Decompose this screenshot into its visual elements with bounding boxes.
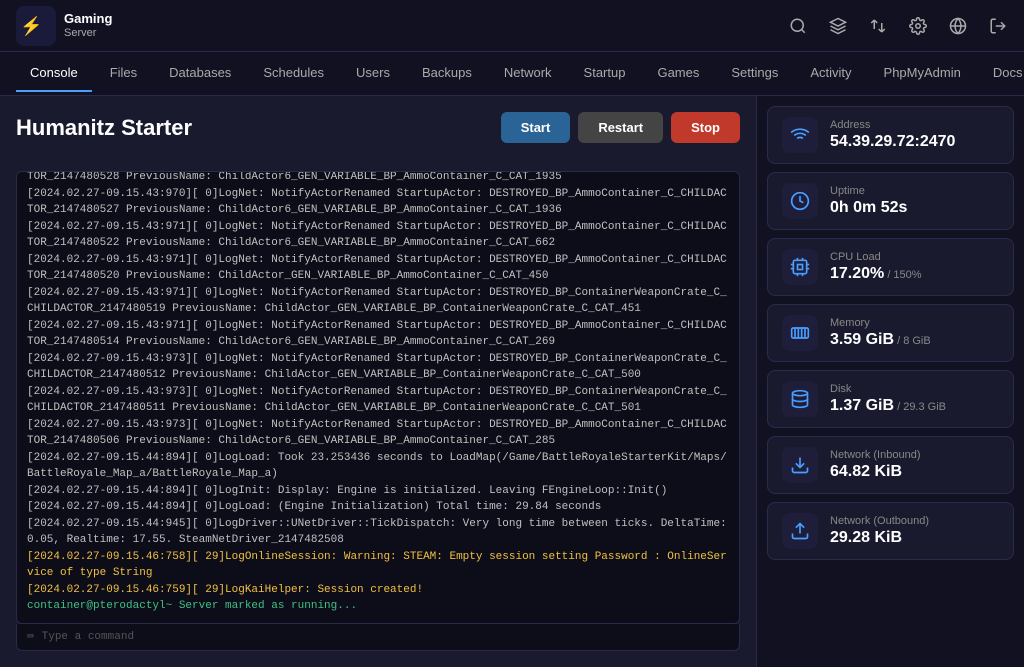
console-output: ChildActorS_GEN_VARIABLE_BP_AmmoContaine… bbox=[16, 171, 740, 624]
gear-icon[interactable] bbox=[908, 16, 928, 36]
stat-card-memory: Memory 3.59 GiB / 8 GiB bbox=[767, 304, 1014, 362]
stat-info-network-inbound: Network (Inbound) 64.82 KiB bbox=[830, 449, 999, 481]
nav-tab-phpmyadmin[interactable]: PhpMyAdmin bbox=[870, 55, 975, 92]
wifi-icon bbox=[782, 117, 818, 153]
transfer-icon[interactable] bbox=[868, 16, 888, 36]
stat-value-secondary-memory: / 8 GiB bbox=[894, 335, 931, 347]
clock-icon bbox=[782, 183, 818, 219]
stat-value-secondary-disk: / 29.3 GiB bbox=[894, 401, 946, 413]
console-line: [2024.02.27-09.15.43:973][ 0]LogNet: Not… bbox=[27, 384, 729, 417]
console-line: [2024.02.27-09.15.44:894][ 0]LogLoad: To… bbox=[27, 450, 729, 483]
stat-label-network-inbound: Network (Inbound) bbox=[830, 449, 999, 461]
stat-info-disk: Disk 1.37 GiB / 29.3 GiB bbox=[830, 383, 999, 415]
memory-icon bbox=[782, 315, 818, 351]
console-line: container@pterodactyl~ Server marked as … bbox=[27, 598, 729, 615]
logo-server: Server bbox=[64, 27, 112, 39]
console-input-area: ⌨ bbox=[16, 624, 740, 651]
stat-card-network-outbound: Network (Outbound) 29.28 KiB bbox=[767, 502, 1014, 560]
cpu-icon bbox=[782, 249, 818, 285]
console-line: [2024.02.27-09.15.43:971][ 0]LogNet: Not… bbox=[27, 219, 729, 252]
stat-info-uptime: Uptime 0h 0m 52s bbox=[830, 185, 999, 217]
stop-button[interactable]: Stop bbox=[671, 112, 740, 143]
stat-info-network-outbound: Network (Outbound) 29.28 KiB bbox=[830, 515, 999, 547]
stat-label-address: Address bbox=[830, 119, 999, 131]
sub-navbar: ConsoleFilesDatabasesSchedulesUsersBacku… bbox=[0, 52, 1024, 96]
stat-card-address: Address 54.39.29.72:2470 bbox=[767, 106, 1014, 164]
stat-value-network-inbound: 64.82 KiB bbox=[830, 463, 999, 481]
logo-icon: ⚡ bbox=[16, 6, 56, 46]
nav-tab-schedules[interactable]: Schedules bbox=[249, 55, 338, 92]
top-nav-icons bbox=[788, 16, 1008, 36]
stat-value-uptime: 0h 0m 52s bbox=[830, 199, 999, 217]
download-icon bbox=[782, 447, 818, 483]
nav-tab-docs[interactable]: Docs bbox=[979, 55, 1024, 92]
logo-area: ⚡ Gaming Server bbox=[16, 6, 112, 46]
console-line: [2024.02.27-09.15.43:970][ 0]LogNet: Not… bbox=[27, 171, 729, 186]
console-line: [2024.02.27-09.15.43:973][ 0]LogNet: Not… bbox=[27, 351, 729, 384]
stat-value-memory: 3.59 GiB / 8 GiB bbox=[830, 331, 999, 349]
start-button[interactable]: Start bbox=[501, 112, 571, 143]
console-line: [2024.02.27-09.15.43:971][ 0]LogNet: Not… bbox=[27, 318, 729, 351]
stat-card-cpu: CPU Load 17.20% / 150% bbox=[767, 238, 1014, 296]
console-line: [2024.02.27-09.15.43:971][ 0]LogNet: Not… bbox=[27, 252, 729, 285]
stat-label-network-outbound: Network (Outbound) bbox=[830, 515, 999, 527]
stat-info-memory: Memory 3.59 GiB / 8 GiB bbox=[830, 317, 999, 349]
nav-tab-startup[interactable]: Startup bbox=[570, 55, 640, 92]
console-line: [2024.02.27-09.15.44:894][ 0]LogInit: Di… bbox=[27, 483, 729, 500]
stat-info-address: Address 54.39.29.72:2470 bbox=[830, 119, 999, 151]
logo-text: Gaming Server bbox=[64, 12, 112, 38]
console-line: [2024.02.27-09.15.43:970][ 0]LogNet: Not… bbox=[27, 186, 729, 219]
stat-card-network-inbound: Network (Inbound) 64.82 KiB bbox=[767, 436, 1014, 494]
upload-icon bbox=[782, 513, 818, 549]
stat-value-address: 54.39.29.72:2470 bbox=[830, 133, 999, 151]
stat-label-cpu: CPU Load bbox=[830, 251, 999, 263]
nav-tab-users[interactable]: Users bbox=[342, 55, 404, 92]
stat-value-cpu: 17.20% / 150% bbox=[830, 265, 999, 283]
disk-icon bbox=[782, 381, 818, 417]
stat-label-disk: Disk bbox=[830, 383, 999, 395]
svg-text:⚡: ⚡ bbox=[20, 15, 42, 37]
console-line: [2024.02.27-09.15.44:945][ 0]LogDriver::… bbox=[27, 516, 729, 549]
stat-info-cpu: CPU Load 17.20% / 150% bbox=[830, 251, 999, 283]
console-line: [2024.02.27-09.15.43:971][ 0]LogNet: Not… bbox=[27, 285, 729, 318]
console-line: [2024.02.27-09.15.43:973][ 0]LogNet: Not… bbox=[27, 417, 729, 450]
stat-label-uptime: Uptime bbox=[830, 185, 999, 197]
nav-tab-backups[interactable]: Backups bbox=[408, 55, 486, 92]
stat-label-memory: Memory bbox=[830, 317, 999, 329]
globe-icon[interactable] bbox=[948, 16, 968, 36]
nav-tab-settings[interactable]: Settings bbox=[717, 55, 792, 92]
search-icon[interactable] bbox=[788, 16, 808, 36]
exit-icon[interactable] bbox=[988, 16, 1008, 36]
stat-card-uptime: Uptime 0h 0m 52s bbox=[767, 172, 1014, 230]
console-prompt: ⌨ bbox=[27, 630, 34, 644]
nav-tab-activity[interactable]: Activity bbox=[796, 55, 865, 92]
left-panel: Humanitz Starter Start Restart Stop Chil… bbox=[0, 96, 756, 667]
console-input[interactable] bbox=[42, 631, 729, 643]
nav-tab-files[interactable]: Files bbox=[96, 55, 151, 92]
action-buttons: Start Restart Stop bbox=[501, 112, 740, 143]
nav-tab-network[interactable]: Network bbox=[490, 55, 566, 92]
right-panel: Address 54.39.29.72:2470 Uptime 0h 0m 52s CP… bbox=[756, 96, 1024, 667]
nav-tab-databases[interactable]: Databases bbox=[155, 55, 245, 92]
console-line: [2024.02.27-09.15.46:758][ 29]LogOnlineS… bbox=[27, 549, 729, 582]
header-row: Humanitz Starter Start Restart Stop bbox=[16, 112, 740, 157]
nav-tab-games[interactable]: Games bbox=[643, 55, 713, 92]
stat-card-disk: Disk 1.37 GiB / 29.3 GiB bbox=[767, 370, 1014, 428]
nav-tab-console[interactable]: Console bbox=[16, 55, 92, 92]
layers-icon[interactable] bbox=[828, 16, 848, 36]
console-line: [2024.02.27-09.15.46:759][ 29]LogKaiHelp… bbox=[27, 582, 729, 599]
main-content: Humanitz Starter Start Restart Stop Chil… bbox=[0, 96, 1024, 667]
page-title: Humanitz Starter bbox=[16, 115, 192, 141]
stat-value-secondary-cpu: / 150% bbox=[884, 269, 921, 281]
stat-value-network-outbound: 29.28 KiB bbox=[830, 529, 999, 547]
logo-gaming: Gaming bbox=[64, 12, 112, 26]
top-navbar: ⚡ Gaming Server bbox=[0, 0, 1024, 52]
restart-button[interactable]: Restart bbox=[578, 112, 663, 143]
stat-value-disk: 1.37 GiB / 29.3 GiB bbox=[830, 397, 999, 415]
console-line: [2024.02.27-09.15.44:894][ 0]LogLoad: (E… bbox=[27, 499, 729, 516]
